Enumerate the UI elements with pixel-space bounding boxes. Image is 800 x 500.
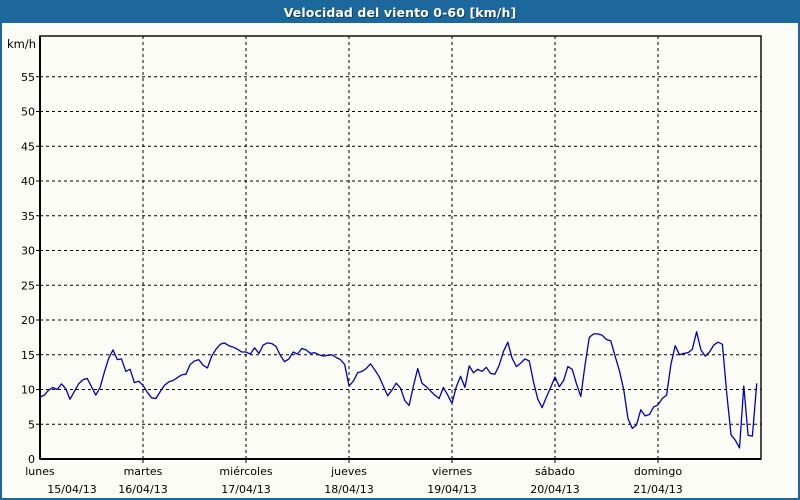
y-tick-label: 30 [21,245,35,258]
y-axis-unit-label: km/h [7,37,36,51]
x-date-label: 15/04/13 [47,483,96,496]
x-date-label: 17/04/13 [221,483,270,496]
x-day-label: martes [124,465,163,478]
y-tick-label: 25 [21,279,35,292]
x-day-label: miércoles [219,465,272,478]
y-tick-label: 40 [21,175,35,188]
y-tick-label: 35 [21,210,35,223]
y-tick-label: 45 [21,140,35,153]
chart-title-bar: Velocidad del viento 0-60 [km/h] [2,2,798,23]
plot-border [40,36,761,459]
y-tick-label: 15 [21,349,35,362]
wind-speed-line [40,332,757,448]
y-tick-label: 55 [21,71,35,84]
x-date-label: 20/04/13 [530,483,579,496]
x-day-label: lunes [25,465,55,478]
x-day-label: jueves [330,465,367,478]
x-date-label: 18/04/13 [324,483,373,496]
wind-speed-chart: 0510152025303540455055km/hlunes15/04/13m… [0,0,800,500]
x-date-label: 21/04/13 [633,483,682,496]
y-tick-label: 10 [21,384,35,397]
y-tick-label: 5 [28,418,35,431]
chart-window: Velocidad del viento 0-60 [km/h] 0510152… [0,0,800,500]
y-tick-label: 20 [21,314,35,327]
x-day-label: viernes [432,465,472,478]
x-day-label: sábado [535,465,575,478]
x-date-label: 16/04/13 [118,483,167,496]
x-day-label: domingo [634,465,682,478]
y-tick-label: 50 [21,106,35,119]
x-date-label: 19/04/13 [427,483,476,496]
chart-title: Velocidad del viento 0-60 [km/h] [284,5,517,20]
